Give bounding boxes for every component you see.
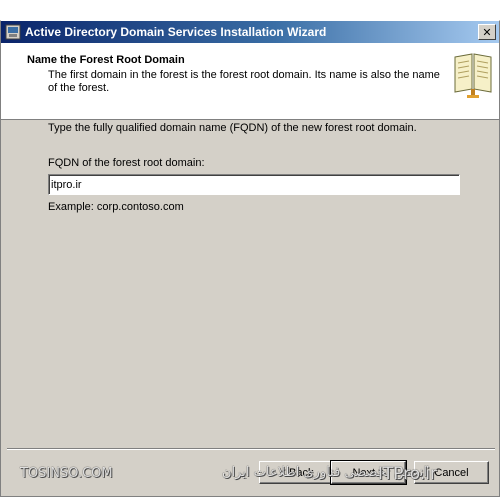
wizard-window: Active Directory Domain Services Install… <box>0 20 500 497</box>
next-button[interactable]: Next > <box>330 460 407 485</box>
cancel-button[interactable]: Cancel <box>414 461 489 484</box>
title-bar[interactable]: Active Directory Domain Services Install… <box>1 21 499 43</box>
book-icon <box>454 53 492 98</box>
back-button[interactable]: < Back <box>259 461 334 484</box>
wizard-header: Name the Forest Root Domain The first do… <box>1 43 499 120</box>
close-icon: ✕ <box>482 25 492 39</box>
example-text: Example: corp.contoso.com <box>48 201 184 213</box>
instruction-text: Type the fully qualified domain name (FQ… <box>48 122 417 134</box>
footer-separator <box>7 448 495 450</box>
page-heading: Name the Forest Root Domain <box>27 54 185 66</box>
wizard-app-icon <box>5 24 21 40</box>
window-title: Active Directory Domain Services Install… <box>25 25 327 39</box>
fqdn-input[interactable] <box>48 174 460 195</box>
close-button[interactable]: ✕ <box>478 24 496 40</box>
fqdn-label: FQDN of the forest root domain: <box>48 157 205 169</box>
page-description: The first domain in the forest is the fo… <box>48 69 440 94</box>
